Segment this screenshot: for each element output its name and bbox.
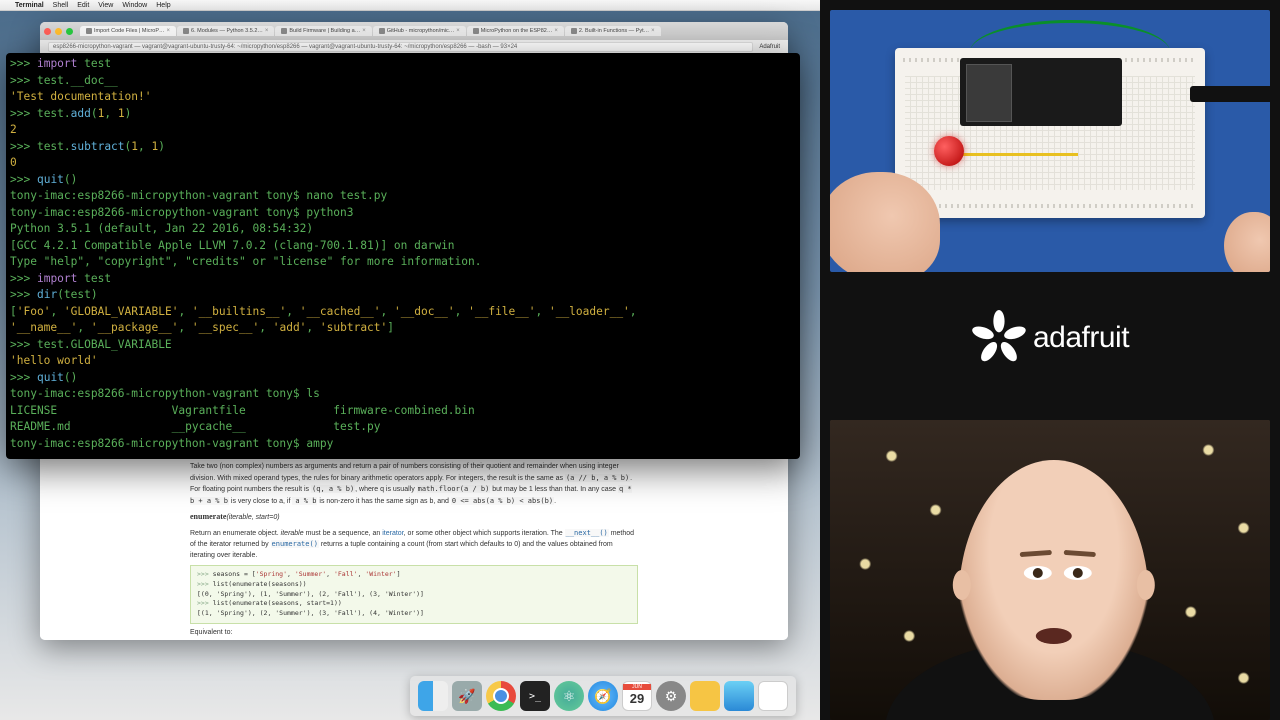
tab-close-icon[interactable]: × [554,28,558,34]
mouth [1036,628,1072,644]
code-line: [(1, 'Spring'), (2, 'Summer'), (3, 'Fall… [197,609,631,619]
doc-paragraph: Equivalent to: [190,628,638,639]
menu-edit[interactable]: Edit [77,2,89,9]
browser-tabstrip: Import Code Files | MicroP…× 6. Modules … [40,22,788,40]
browser-tab-3[interactable]: GitHub - micropython/mic…× [373,26,466,36]
tab-close-icon[interactable]: × [265,28,269,34]
doc-content: Take two (non complex) numbers as argume… [40,462,788,640]
browser-url-bar: esp8266-micropython-vagrant — vagrant@va… [40,40,788,54]
browser-tab-5[interactable]: 2. Built-in Functions — Pyt…× [565,26,661,36]
tab-favicon-icon [281,28,287,34]
browser-tab-2[interactable]: Build Firmware | Building a…× [275,26,371,36]
tab-label: 6. Modules — Python 3.5.2… [191,28,263,34]
browser-tab-0[interactable]: Import Code Files | MicroP…× [80,26,176,36]
doc-paragraph: Return an enumerate object. iterable mus… [190,528,638,562]
hand-right [1224,212,1270,272]
code-line: [(0, 'Spring'), (1, 'Summer'), (2, 'Fall… [197,590,631,600]
browser-tab-4[interactable]: MicroPython on the ESP82…× [467,26,564,36]
minimize-icon[interactable] [55,28,62,35]
dock-chrome-icon[interactable] [486,681,516,711]
tab-favicon-icon [379,28,385,34]
maximize-icon[interactable] [66,28,73,35]
menu-help[interactable]: Help [156,2,170,9]
tab-close-icon[interactable]: × [651,28,655,34]
adafruit-wordmark: adafruit [1033,321,1129,355]
code-line: >>> list(enumerate(seasons, start=1)) [197,599,631,609]
tab-label: 2. Built-in Functions — Pyt… [579,28,649,34]
browser-tab-1[interactable]: 6. Modules — Python 3.5.2…× [177,26,274,36]
url-field[interactable]: esp8266-micropython-vagrant — vagrant@va… [48,42,753,52]
tab-close-icon[interactable]: × [456,28,460,34]
menu-window[interactable]: Window [122,2,147,9]
menu-view[interactable]: View [98,2,113,9]
dock-atom-icon[interactable]: ⚛ [554,681,584,711]
tab-label: GitHub - micropython/mic… [387,28,455,34]
tab-close-icon[interactable]: × [362,28,366,34]
dock-calendar-icon[interactable]: JUN 29 [622,681,652,711]
tab-label: MicroPython on the ESP82… [481,28,553,34]
dock-textedit-icon[interactable] [758,681,788,711]
terminal-window[interactable]: >>> import test >>> test.__doc__ 'Test d… [6,53,800,459]
hardware-camera-feed [830,10,1270,272]
close-icon[interactable] [44,28,51,35]
eye [1023,566,1051,580]
doc-paragraph: Take two (non complex) numbers as argume… [190,462,638,507]
adafruit-flower-icon [971,310,1027,366]
tab-favicon-icon [86,28,92,34]
window-traffic-lights[interactable] [44,28,73,35]
code-line: >>> list(enumerate(seasons)) [197,580,631,590]
tab-favicon-icon [473,28,479,34]
ear [953,570,971,600]
calendar-day: 29 [630,690,644,708]
doc-code-example: >>> seasons = ['Spring', 'Summer', 'Fall… [190,565,638,624]
eye [1064,566,1092,580]
esp8266-board [960,58,1122,126]
dock-launchpad-icon[interactable]: 🚀 [452,681,482,711]
tab-label: Import Code Files | MicroP… [94,28,165,34]
extension-badge[interactable]: Adafruit [759,44,780,50]
tab-favicon-icon [183,28,189,34]
doc-func-signature: enumerate(iterable, start=0) [190,511,638,524]
eyebrow [1019,550,1051,557]
adafruit-logo: adafruit [971,310,1129,366]
dock-finder-icon[interactable] [418,681,448,711]
jumper-wire-yellow [948,130,1078,156]
menu-app-name[interactable]: Terminal [15,2,44,9]
dock-terminal-icon[interactable] [520,681,550,711]
dock-settings-icon[interactable]: ⚙ [656,681,686,711]
terminal-output[interactable]: >>> import test >>> test.__doc__ 'Test d… [6,53,800,455]
tab-label: Build Firmware | Building a… [289,28,360,34]
dock-safari-icon[interactable]: 🧭 [588,681,618,711]
menu-shell[interactable]: Shell [53,2,69,9]
tab-close-icon[interactable]: × [167,28,171,34]
red-led [934,136,964,166]
eyebrow [1063,550,1095,557]
presenter-camera-feed [830,420,1270,720]
code-line: >>> seasons = ['Spring', 'Summer', 'Fall… [197,570,631,580]
dock-mail-icon[interactable] [724,681,754,711]
dock-notes-icon[interactable] [690,681,720,711]
usb-cable [1190,86,1270,102]
mac-dock: 🚀 ⚛ 🧭 JUN 29 ⚙ [410,676,796,716]
stream-overlay-panel: adafruit [820,0,1280,720]
hand-left [830,172,940,272]
tab-favicon-icon [571,28,577,34]
